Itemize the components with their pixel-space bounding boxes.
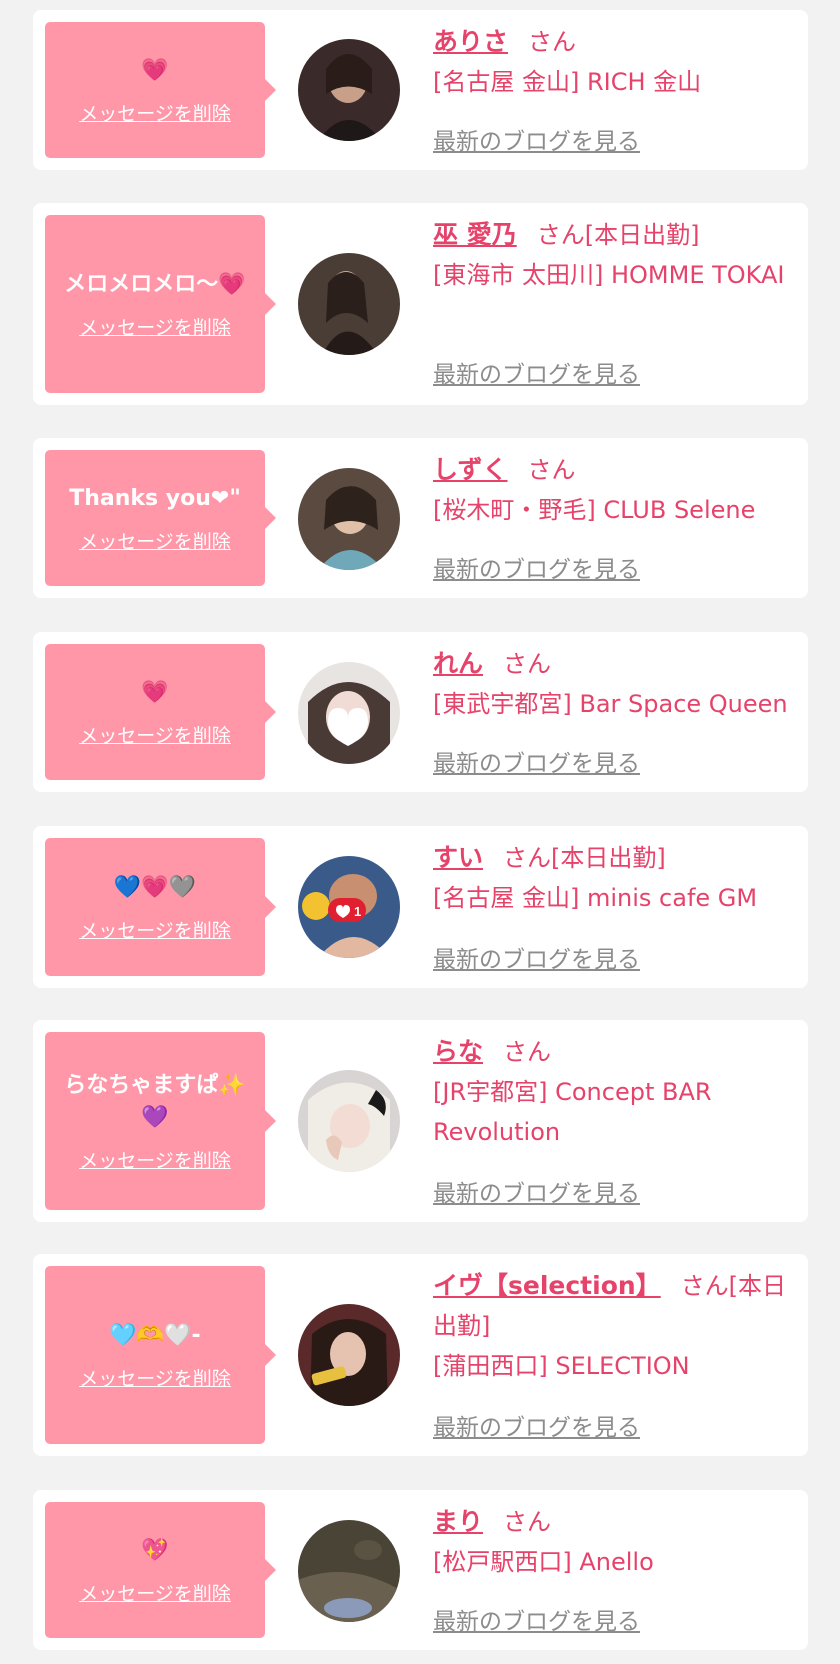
latest-blog-link[interactable]: 最新のブログを見る [433, 1602, 640, 1636]
message-bubble: 💗 メッセージを削除 [45, 22, 265, 158]
shop-name: [名古屋 金山] RICH 金山 [433, 68, 702, 96]
message-list: 💗 メッセージを削除 ありさ さん [名古屋 金山] RICH 金山 最新のブログ… [0, 0, 840, 1664]
item-info: しずく さん [桜木町・野毛] CLUB Selene [433, 450, 794, 530]
shop-name: [東海市 太田川] HOMME TOKAI [433, 261, 785, 289]
shop-name: [松戸駅西口] Anello [433, 1548, 654, 1576]
message-text: メロメロメロ〜💗 [64, 271, 246, 297]
avatar-photo [298, 253, 400, 355]
avatar-photo [298, 468, 400, 570]
delete-message-link[interactable]: メッセージを削除 [79, 527, 231, 554]
avatar[interactable] [298, 253, 400, 355]
message-bubble: メロメロメロ〜💗 メッセージを削除 [45, 215, 265, 393]
message-text: Thanks you❤" [69, 485, 241, 511]
name-line: ありさ さん [433, 22, 794, 62]
latest-blog-link[interactable]: 最新のブログを見る [433, 1174, 640, 1208]
svg-text:1: 1 [354, 904, 361, 919]
message-bubble: 💙💗🩶 メッセージを削除 [45, 838, 265, 976]
girl-name-link[interactable]: らな [433, 1037, 483, 1066]
item-info: れん さん [東武宇都宮] Bar Space Queen [433, 644, 794, 724]
name-suffix: さん [527, 456, 576, 484]
message-text: 💗 [141, 679, 169, 705]
avatar[interactable] [298, 1304, 400, 1406]
delete-message-link[interactable]: メッセージを削除 [79, 1364, 231, 1391]
list-item: 🩵🫶🤍- メッセージを削除 イヴ【selection】 さん[本日出勤] [蒲田西… [33, 1254, 808, 1456]
name-line: まり さん [433, 1502, 794, 1542]
avatar-photo [298, 662, 400, 764]
girl-name-link[interactable]: れん [433, 649, 483, 678]
girl-name-link[interactable]: すい [433, 843, 483, 872]
avatar[interactable] [298, 468, 400, 570]
avatar-photo [298, 1520, 400, 1622]
message-text: 💗 [141, 57, 169, 83]
girl-name-link[interactable]: ありさ [433, 27, 508, 56]
message-text: 🩵🫶🤍- [109, 1322, 201, 1348]
avatar[interactable] [298, 39, 400, 141]
message-bubble: 💗 メッセージを削除 [45, 644, 265, 780]
name-suffix: さん [503, 1508, 552, 1536]
item-info: らな さん [JR宇都宮] Concept BAR Revolution [433, 1032, 794, 1152]
girl-name-link[interactable]: まり [433, 1507, 483, 1536]
girl-name-link[interactable]: しずく [433, 455, 508, 484]
latest-blog-link[interactable]: 最新のブログを見る [433, 1408, 640, 1442]
shop-name: [桜木町・野毛] CLUB Selene [433, 496, 756, 524]
shop-name: [名古屋 金山] minis cafe GM [433, 884, 758, 912]
shop-name: [蒲田西口] SELECTION [433, 1352, 690, 1380]
message-bubble: 💖 メッセージを削除 [45, 1502, 265, 1638]
message-text: 💖 [141, 1537, 169, 1563]
name-line: すい さん[本日出勤] [433, 838, 794, 878]
latest-blog-link[interactable]: 最新のブログを見る [433, 122, 640, 156]
name-suffix: さん[本日出勤] [503, 844, 666, 872]
name-suffix: さん [503, 1038, 552, 1066]
girl-name-link[interactable]: イヴ【selection】 [433, 1271, 661, 1300]
avatar[interactable] [298, 662, 400, 764]
name-suffix: さん [503, 650, 552, 678]
list-item: らなちゃますぱ✨💜 メッセージを削除 らな さん [JR宇都宮] Concept … [33, 1020, 808, 1222]
message-bubble: Thanks you❤" メッセージを削除 [45, 450, 265, 586]
name-line: 巫 愛乃 さん[本日出勤] [433, 215, 794, 255]
list-item: 💖 メッセージを削除 まり さん [松戸駅西口] Anello 最新のブログを見る [33, 1490, 808, 1650]
avatar-photo [298, 1070, 400, 1172]
shop-name: [JR宇都宮] Concept BAR Revolution [433, 1078, 712, 1146]
item-info: すい さん[本日出勤] [名古屋 金山] minis cafe GM [433, 838, 794, 918]
message-text: らなちゃますぱ✨💜 [64, 1072, 246, 1130]
name-line: しずく さん [433, 450, 794, 490]
name-line: イヴ【selection】 さん[本日出勤] [433, 1266, 794, 1346]
latest-blog-link[interactable]: 最新のブログを見る [433, 355, 640, 389]
avatar-photo [298, 39, 400, 141]
delete-message-link[interactable]: メッセージを削除 [79, 721, 231, 748]
shop-name: [東武宇都宮] Bar Space Queen [433, 690, 788, 718]
avatar-photo: 1 [298, 856, 400, 958]
delete-message-link[interactable]: メッセージを削除 [79, 99, 231, 126]
list-item: Thanks you❤" メッセージを削除 しずく さん [桜木町・野毛] CLU… [33, 438, 808, 598]
delete-message-link[interactable]: メッセージを削除 [79, 313, 231, 340]
name-suffix: さん [528, 28, 577, 56]
delete-message-link[interactable]: メッセージを削除 [79, 1579, 231, 1606]
list-item: メロメロメロ〜💗 メッセージを削除 巫 愛乃 さん[本日出勤] [東海市 太田川]… [33, 203, 808, 405]
delete-message-link[interactable]: メッセージを削除 [79, 916, 231, 943]
avatar[interactable] [298, 1070, 400, 1172]
latest-blog-link[interactable]: 最新のブログを見る [433, 744, 640, 778]
item-info: 巫 愛乃 さん[本日出勤] [東海市 太田川] HOMME TOKAI [433, 215, 794, 295]
message-bubble: 🩵🫶🤍- メッセージを削除 [45, 1266, 265, 1444]
latest-blog-link[interactable]: 最新のブログを見る [433, 550, 640, 584]
name-suffix: さん[本日出勤] [536, 221, 700, 249]
list-item: 💗 メッセージを削除 れん さん [東武宇都宮] Bar Space Queen … [33, 632, 808, 792]
name-line: らな さん [433, 1032, 794, 1072]
avatar-photo [298, 1304, 400, 1406]
item-info: まり さん [松戸駅西口] Anello [433, 1502, 794, 1582]
avatar[interactable] [298, 1520, 400, 1622]
item-info: ありさ さん [名古屋 金山] RICH 金山 [433, 22, 794, 102]
list-item: 💗 メッセージを削除 ありさ さん [名古屋 金山] RICH 金山 最新のブログ… [33, 10, 808, 170]
item-info: イヴ【selection】 さん[本日出勤] [蒲田西口] SELECTION [433, 1266, 794, 1386]
list-item: 💙💗🩶 メッセージを削除 1 すい さん[本日出勤] [名古屋 金山] minis… [33, 826, 808, 988]
latest-blog-link[interactable]: 最新のブログを見る [433, 940, 640, 974]
avatar[interactable]: 1 [298, 856, 400, 958]
delete-message-link[interactable]: メッセージを削除 [79, 1146, 231, 1173]
message-bubble: らなちゃますぱ✨💜 メッセージを削除 [45, 1032, 265, 1210]
message-text: 💙💗🩶 [113, 874, 197, 900]
girl-name-link[interactable]: 巫 愛乃 [433, 220, 517, 249]
name-line: れん さん [433, 644, 794, 684]
